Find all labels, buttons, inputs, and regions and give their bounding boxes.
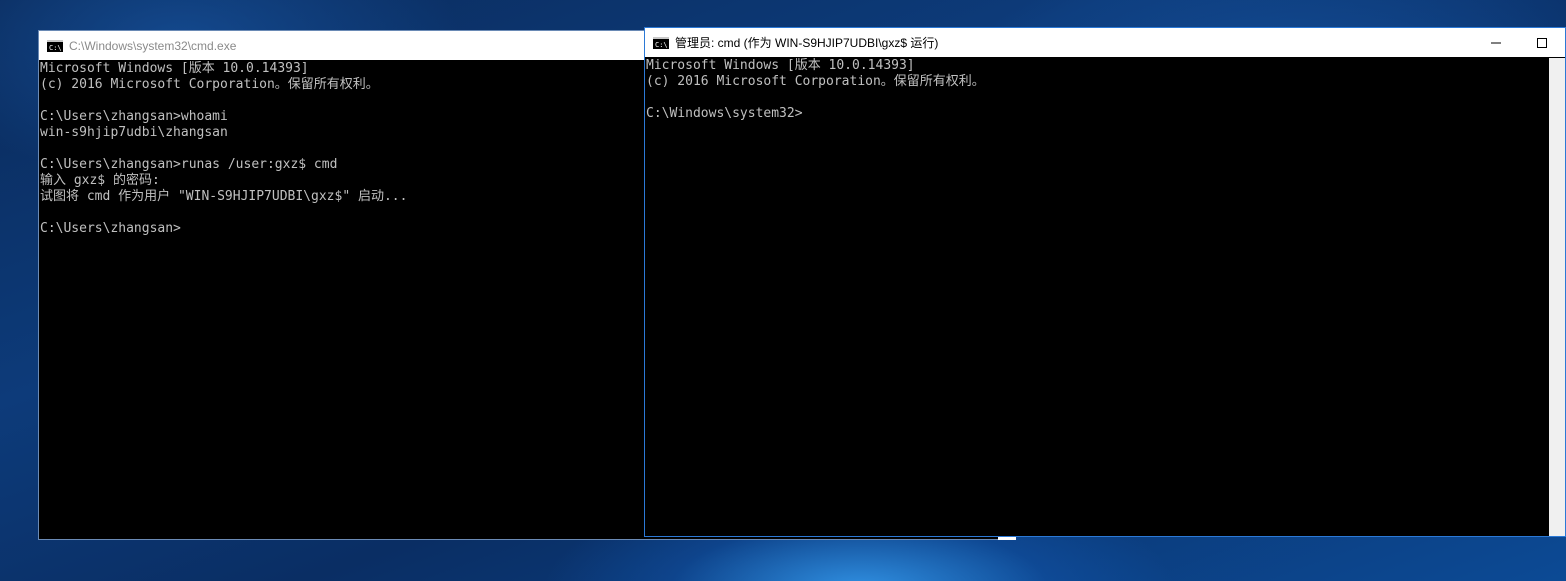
vertical-scrollbar[interactable] bbox=[1549, 58, 1565, 536]
title-bar[interactable]: C:\ 管理员: cmd (作为 WIN-S9HJIP7UDBI\gxz$ 运行… bbox=[645, 28, 1565, 57]
maximize-button[interactable] bbox=[1519, 28, 1565, 57]
console-line: (c) 2016 Microsoft Corporation。保留所有权利。 bbox=[646, 74, 985, 89]
svg-text:C:\: C:\ bbox=[655, 41, 668, 49]
svg-text:C:\: C:\ bbox=[49, 44, 62, 52]
console-output[interactable]: Microsoft Windows [版本 10.0.14393] (c) 201… bbox=[646, 58, 1549, 536]
cmd-window-admin[interactable]: C:\ 管理员: cmd (作为 WIN-S9HJIP7UDBI\gxz$ 运行… bbox=[644, 27, 1566, 537]
cmd-icon: C:\ bbox=[47, 39, 63, 52]
maximize-icon bbox=[1537, 37, 1547, 48]
console-line: Microsoft Windows [版本 10.0.14393] bbox=[646, 58, 915, 73]
minimize-button[interactable] bbox=[1473, 28, 1519, 57]
minimize-icon bbox=[1491, 42, 1501, 43]
window-controls bbox=[1473, 28, 1565, 57]
window-title: 管理员: cmd (作为 WIN-S9HJIP7UDBI\gxz$ 运行) bbox=[675, 36, 939, 50]
cmd-icon: C:\ bbox=[653, 36, 669, 49]
window-title: C:\Windows\system32\cmd.exe bbox=[69, 38, 237, 53]
taskbar-indicator bbox=[998, 537, 1016, 540]
console-line: C:\Windows\system32> bbox=[646, 106, 803, 121]
